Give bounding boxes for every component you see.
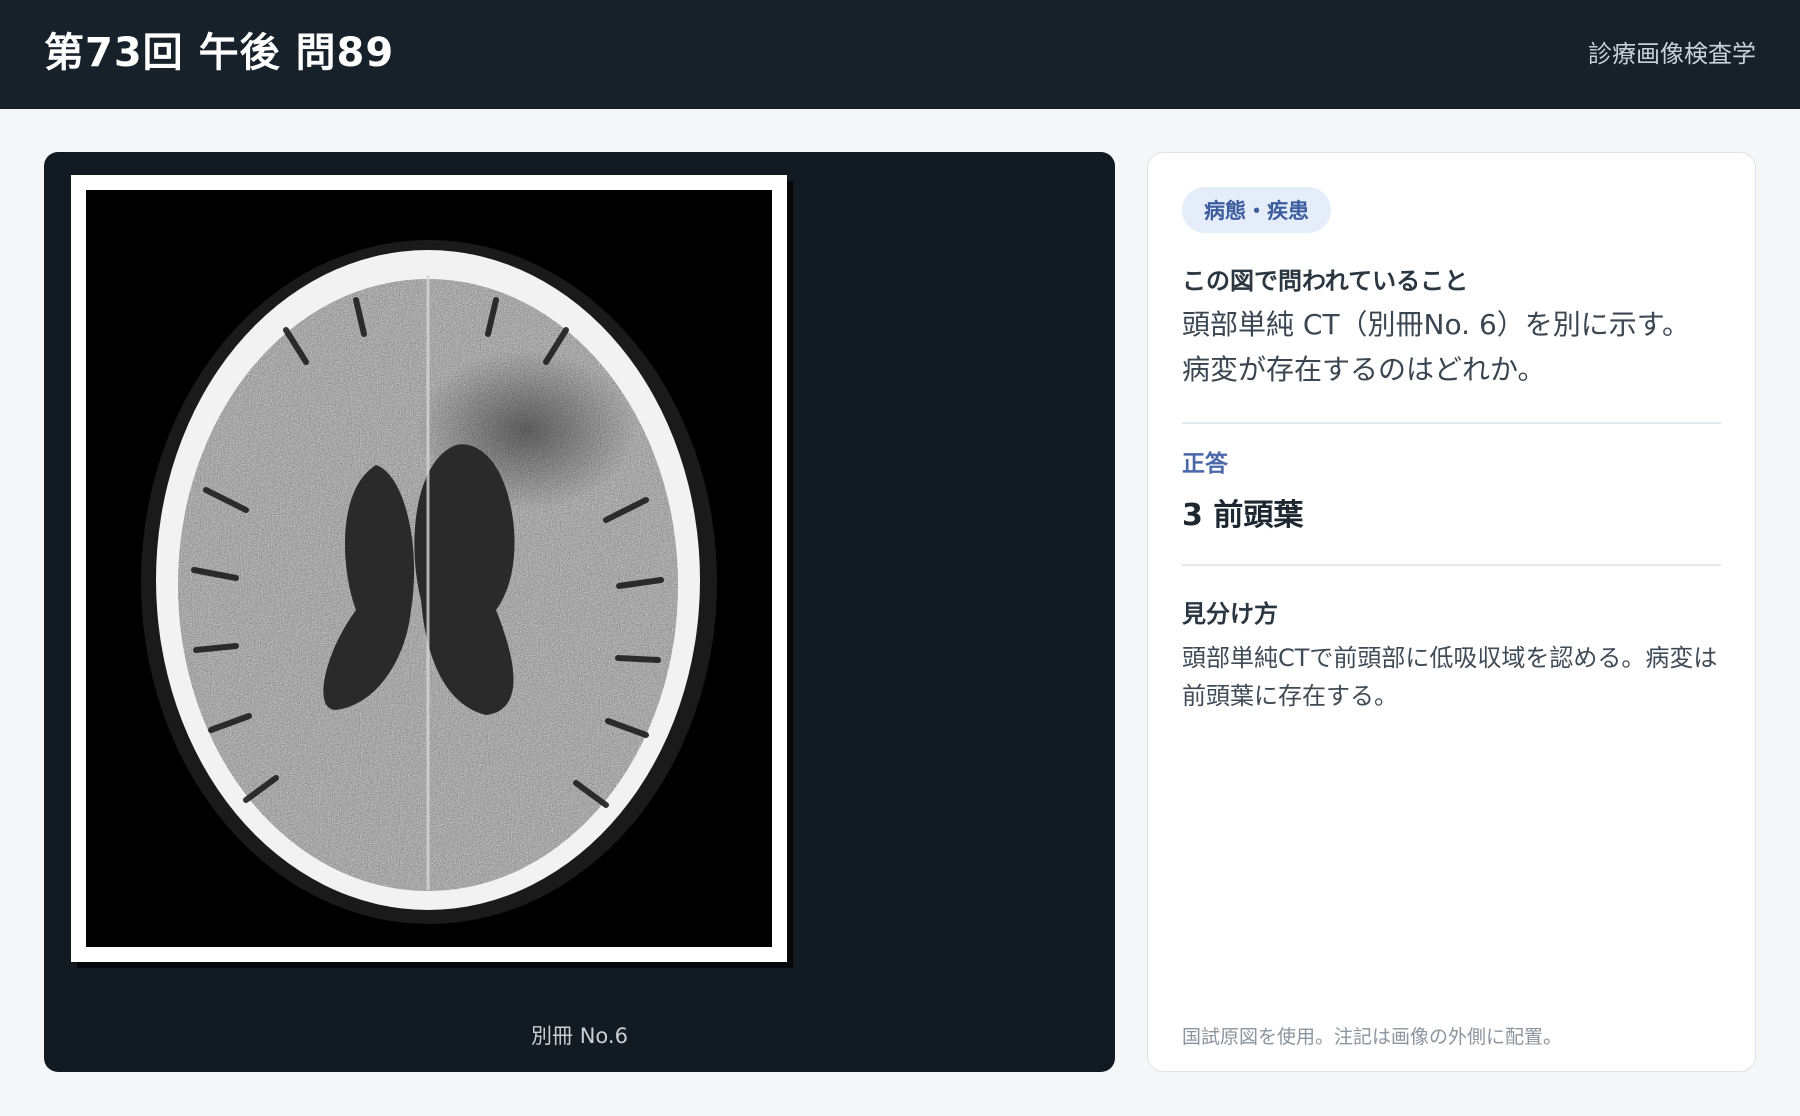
info-panel: 病態・疾患 この図で問われていること 頭部単純 CT（別冊No. 6）を別に示す… [1147, 152, 1756, 1072]
divider [1182, 422, 1721, 424]
answer-value: 3 前頭葉 [1182, 498, 1304, 533]
divider [1182, 564, 1721, 566]
brain-ct-illustration [86, 190, 772, 947]
method-text: 頭部単純CTで前頭部に低吸収域を認める。病変は前頭葉に存在する。 [1182, 644, 1718, 710]
answer-label: 正答 [1182, 451, 1228, 477]
ct-image-frame [71, 175, 787, 962]
question-heading: この図で問われていること [1182, 267, 1469, 295]
question-title: 第73回 午後 問89 [44, 29, 395, 76]
question-line-2: 病変が存在するのはどれか。 [1182, 353, 1546, 386]
question-text: 頭部単純 CT（別冊No. 6）を別に示す。 病変が存在するのはどれか。 [1182, 302, 1721, 392]
ct-scan-image [86, 190, 772, 947]
method-heading: 見分け方 [1182, 600, 1278, 628]
footnote: 国試原図を使用。注記は画像の外側に配置。 [1182, 1026, 1563, 1048]
category-badge: 病態・疾患 [1182, 187, 1331, 233]
question-line-1: 頭部単純 CT（別冊No. 6）を別に示す。 [1182, 308, 1690, 341]
image-caption: 別冊 No.6 [531, 1024, 628, 1048]
subject-label: 診療画像検査学 [1588, 40, 1756, 68]
app-header: 第73回 午後 問89 診療画像検査学 [0, 0, 1800, 109]
image-panel: 別冊 No.6 [44, 152, 1115, 1072]
